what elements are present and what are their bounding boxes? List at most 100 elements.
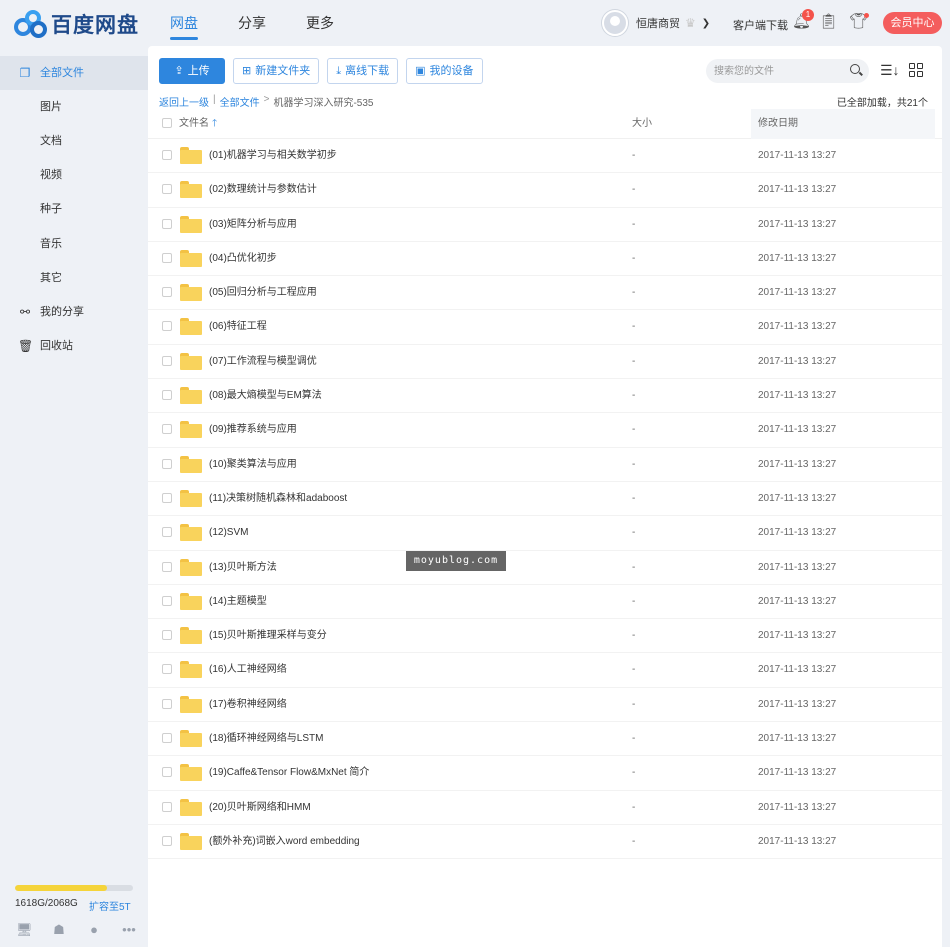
table-row[interactable]: (17)卷积神经网络 - 2017-11-13 13:27	[148, 688, 942, 723]
sidebar-item-all-files[interactable]: ❐ 全部文件	[0, 56, 148, 90]
row-checkbox[interactable]	[162, 561, 172, 572]
table-row[interactable]: (03)矩阵分析与应用 - 2017-11-13 13:27	[148, 208, 942, 242]
folder-icon[interactable]	[180, 695, 202, 713]
table-row[interactable]: (14)主题模型 - 2017-11-13 13:27	[148, 585, 942, 620]
expand-storage-link[interactable]: 扩容至5T	[89, 898, 131, 913]
table-row[interactable]: (02)数理统计与参数估计 - 2017-11-13 13:27	[148, 173, 942, 208]
search-icon[interactable]	[850, 64, 860, 74]
folder-icon[interactable]	[180, 764, 202, 782]
file-name[interactable]: (15)贝叶斯推理采样与变分	[209, 619, 327, 653]
file-name[interactable]: (02)数理统计与参数估计	[209, 173, 317, 207]
sidebar-item-documents[interactable]: 文档	[0, 124, 148, 158]
file-name[interactable]: (17)卷积神经网络	[209, 688, 287, 722]
row-checkbox[interactable]	[162, 733, 172, 744]
row-checkbox[interactable]	[162, 835, 172, 846]
file-name[interactable]: (01)机器学习与相关数学初步	[209, 139, 337, 173]
table-row[interactable]: (11)决策树随机森林和adaboost - 2017-11-13 13:27	[148, 482, 942, 517]
column-header-name[interactable]: 文件名 🡑	[179, 109, 217, 139]
table-row[interactable]: (13)贝叶斯方法 - 2017-11-13 13:27	[148, 551, 942, 585]
row-checkbox[interactable]	[162, 150, 172, 160]
sort-icon[interactable]: ☰↓	[880, 62, 900, 79]
folder-icon[interactable]	[180, 489, 202, 507]
row-checkbox[interactable]	[162, 630, 172, 641]
file-name[interactable]: (10)聚类算法与应用	[209, 448, 297, 482]
folder-icon[interactable]	[180, 284, 202, 302]
clipboard-icon[interactable]: 📋︎	[819, 13, 838, 31]
row-checkbox[interactable]	[162, 595, 172, 606]
chevron-down-icon[interactable]: ❯	[702, 18, 710, 29]
file-name[interactable]: (03)矩阵分析与应用	[209, 208, 297, 242]
file-name[interactable]: (16)人工神经网络	[209, 653, 287, 687]
more-icon[interactable]: •••	[121, 922, 137, 938]
table-row[interactable]: (19)Caffe&Tensor Flow&MxNet 简介 - 2017-11-1…	[148, 756, 942, 791]
offline-download-button[interactable]: ⤓ 离线下载	[327, 58, 399, 84]
file-name[interactable]: (18)循环神经网络与LSTM	[209, 722, 323, 756]
folder-icon[interactable]	[180, 249, 202, 267]
column-header-size[interactable]: 大小	[632, 109, 652, 139]
upload-button[interactable]: ⇪ 上传	[159, 58, 225, 84]
sidebar-item-torrents[interactable]: 种子	[0, 192, 148, 226]
grid-view-icon[interactable]	[909, 63, 923, 77]
row-checkbox[interactable]	[162, 184, 172, 195]
breadcrumb-all-files-link[interactable]: 全部文件	[220, 94, 260, 109]
table-row[interactable]: (09)推荐系统与应用 - 2017-11-13 13:27	[148, 413, 942, 448]
file-name[interactable]: (05)回归分析与工程应用	[209, 276, 317, 310]
sidebar-item-images[interactable]: 图片	[0, 90, 148, 124]
breadcrumb-back-link[interactable]: 返回上一级	[159, 94, 209, 109]
nav-netdisk[interactable]: 网盘	[170, 0, 198, 46]
sidebar-item-recycle-bin[interactable]: 🗑︎ 回收站	[0, 329, 148, 363]
row-checkbox[interactable]	[162, 492, 172, 503]
table-row[interactable]: (额外补充)词嵌入word embedding - 2017-11-13 13:27	[148, 825, 942, 860]
table-row[interactable]: (15)贝叶斯推理采样与变分 - 2017-11-13 13:27	[148, 619, 942, 654]
folder-icon[interactable]	[180, 524, 202, 542]
row-checkbox[interactable]	[162, 424, 172, 435]
table-row[interactable]: (18)循环神经网络与LSTM - 2017-11-13 13:27	[148, 722, 942, 757]
row-checkbox[interactable]	[162, 218, 172, 229]
client-download-link[interactable]: 客户端下载	[733, 17, 788, 33]
desktop-icon[interactable]: 🖥︎	[16, 922, 33, 938]
table-row[interactable]: (07)工作流程与模型调优 - 2017-11-13 13:27	[148, 345, 942, 380]
file-name[interactable]: (06)特征工程	[209, 310, 267, 344]
table-row[interactable]: (04)凸优化初步 - 2017-11-13 13:27	[148, 242, 942, 277]
file-name[interactable]: (12)SVM	[209, 516, 248, 550]
row-checkbox[interactable]	[162, 458, 172, 469]
folder-icon[interactable]	[180, 730, 202, 748]
logo[interactable]: 百度网盘	[14, 9, 139, 39]
file-name[interactable]: (额外补充)词嵌入word embedding	[209, 825, 360, 859]
table-row[interactable]: (12)SVM - 2017-11-13 13:27	[148, 516, 942, 551]
folder-icon[interactable]	[180, 318, 202, 336]
row-checkbox[interactable]	[162, 252, 172, 263]
folder-icon[interactable]	[180, 558, 202, 576]
table-row[interactable]: (20)贝叶斯网络和HMM - 2017-11-13 13:27	[148, 791, 942, 825]
row-checkbox[interactable]	[162, 355, 172, 366]
folder-icon[interactable]	[180, 147, 202, 164]
row-checkbox[interactable]	[162, 698, 172, 709]
vip-center-button[interactable]: 会员中心	[883, 12, 942, 34]
folder-icon[interactable]	[180, 352, 202, 370]
folder-icon[interactable]	[180, 387, 202, 405]
avatar[interactable]	[602, 10, 628, 36]
row-checkbox[interactable]	[162, 767, 172, 778]
new-folder-button[interactable]: ⊞ 新建文件夹	[233, 58, 320, 84]
sidebar-item-other[interactable]: 其它	[0, 261, 148, 295]
folder-icon[interactable]	[180, 181, 202, 199]
file-name[interactable]: (11)决策树随机森林和adaboost	[209, 482, 347, 516]
row-checkbox[interactable]	[162, 390, 172, 401]
folder-icon[interactable]	[180, 661, 202, 679]
folder-icon[interactable]	[180, 455, 202, 473]
table-row[interactable]: (01)机器学习与相关数学初步 - 2017-11-13 13:27	[148, 139, 942, 174]
row-checkbox[interactable]	[162, 321, 172, 332]
table-row[interactable]: (08)最大熵模型与EM算法 - 2017-11-13 13:27	[148, 379, 942, 414]
nav-more[interactable]: 更多	[306, 0, 334, 46]
nav-share[interactable]: 分享	[238, 0, 266, 46]
file-name[interactable]: (04)凸优化初步	[209, 242, 277, 276]
folder-icon[interactable]	[180, 215, 202, 233]
table-row[interactable]: (10)聚类算法与应用 - 2017-11-13 13:27	[148, 448, 942, 482]
row-checkbox[interactable]	[162, 801, 172, 812]
column-header-date[interactable]: 修改日期	[751, 109, 935, 139]
folder-icon[interactable]	[180, 627, 202, 645]
file-name[interactable]: (13)贝叶斯方法	[209, 551, 277, 585]
row-checkbox[interactable]	[162, 664, 172, 675]
select-all-checkbox[interactable]	[162, 118, 172, 128]
row-checkbox[interactable]	[162, 287, 172, 298]
